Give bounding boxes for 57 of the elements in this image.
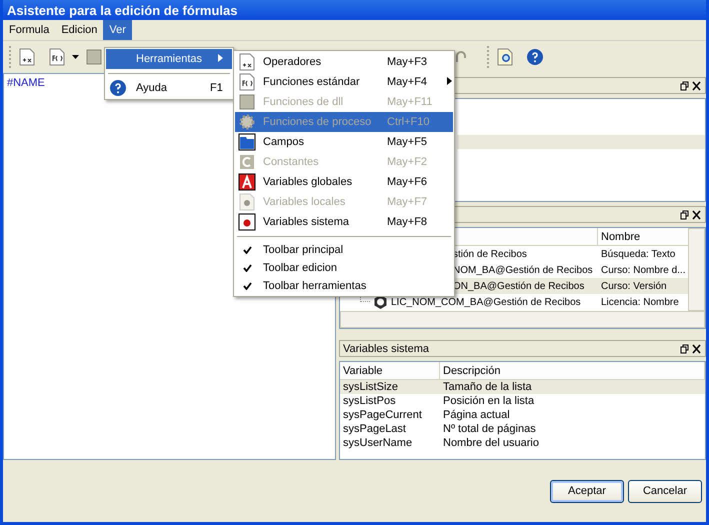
dropdown-caret-icon[interactable]: [72, 55, 79, 59]
tree-cell: NOM_BA@Gestión de Recibos: [453, 264, 593, 276]
table-cell-text: sysPageLast: [342, 423, 407, 435]
menu-title[interactable]: Ver: [103, 20, 132, 40]
help-icon: [109, 79, 127, 97]
letter-c-icon: [238, 153, 256, 171]
table-cell-text: Página actual: [442, 409, 511, 421]
search-document-icon[interactable]: [496, 48, 514, 66]
folder-icon: [238, 133, 256, 151]
table-cell-text: sysUserName: [342, 437, 414, 449]
table-cell-text: Licencia: Nombre: [600, 296, 680, 308]
function-doc-icon: [238, 73, 256, 91]
column-header[interactable]: Variable: [340, 362, 440, 379]
submenu-arrow-icon: [218, 54, 223, 62]
table-cell-text: sysListSize: [342, 381, 400, 393]
dock-close-icons[interactable]: [680, 80, 702, 90]
tree-cell: LIC_NOM_COM_BA@Gestión de Recibos: [391, 296, 581, 308]
table-cell-text: sysPageCurrent: [342, 409, 423, 421]
menu-title[interactable]: Formula: [3, 20, 56, 40]
checkmark-icon: [242, 246, 252, 254]
horizontal-scrollbar[interactable]: [340, 311, 705, 328]
table-cell-text: Curso: Nombre d...: [600, 264, 686, 276]
dialog-button[interactable]: Cancelar: [628, 480, 702, 502]
table-cell-text: Nº total de páginas: [442, 423, 537, 435]
checkmark-icon: [242, 282, 252, 290]
dock-close-icons[interactable]: [680, 344, 702, 354]
tree-cell: ON_BA@Gestión de Recibos: [453, 280, 584, 292]
dock-close-icons[interactable]: [680, 210, 702, 220]
menu-item[interactable]: Operadores May+F3: [235, 52, 453, 72]
dialog-button[interactable]: Aceptar: [550, 480, 624, 502]
operator-doc-icon[interactable]: [18, 48, 36, 66]
operator-doc-icon: [238, 53, 256, 71]
square-icon: [238, 93, 256, 111]
pin-doc-icon: [238, 193, 256, 211]
table-cell-text: Búsqueda: Texto: [600, 248, 676, 260]
square-icon[interactable]: [85, 48, 103, 66]
menu-title[interactable]: Edicion: [55, 20, 104, 40]
pin-doc-icon: [238, 213, 256, 231]
window-title: Asistente para la edición de fórmulas: [7, 2, 238, 18]
formula-text: #NAME: [7, 77, 45, 89]
column-header[interactable]: Nombre: [598, 230, 640, 242]
vertical-scrollbar[interactable]: [688, 228, 705, 311]
table-cell-text: Nombre del usuario: [442, 437, 540, 449]
gear-icon: [238, 113, 256, 131]
table-cell-text: sysListPos: [342, 395, 397, 407]
table-cell-text: Curso: Versión: [600, 280, 668, 292]
menu-item[interactable]: Ayuda F1: [106, 78, 232, 98]
panel-title: Variables sistema: [343, 342, 430, 354]
menu-item[interactable]: Herramientas: [106, 49, 232, 69]
table-cell-text: Tamaño de la lista: [442, 381, 533, 393]
checkmark-icon: [242, 264, 252, 272]
function-doc-icon[interactable]: [48, 48, 66, 66]
letter-a-icon: [238, 173, 256, 191]
table-cell-text: Posición en la lista: [442, 395, 536, 407]
column-header[interactable]: Descripción: [440, 362, 705, 379]
help-icon[interactable]: [526, 48, 544, 66]
submenu-arrow-icon: [447, 77, 452, 85]
